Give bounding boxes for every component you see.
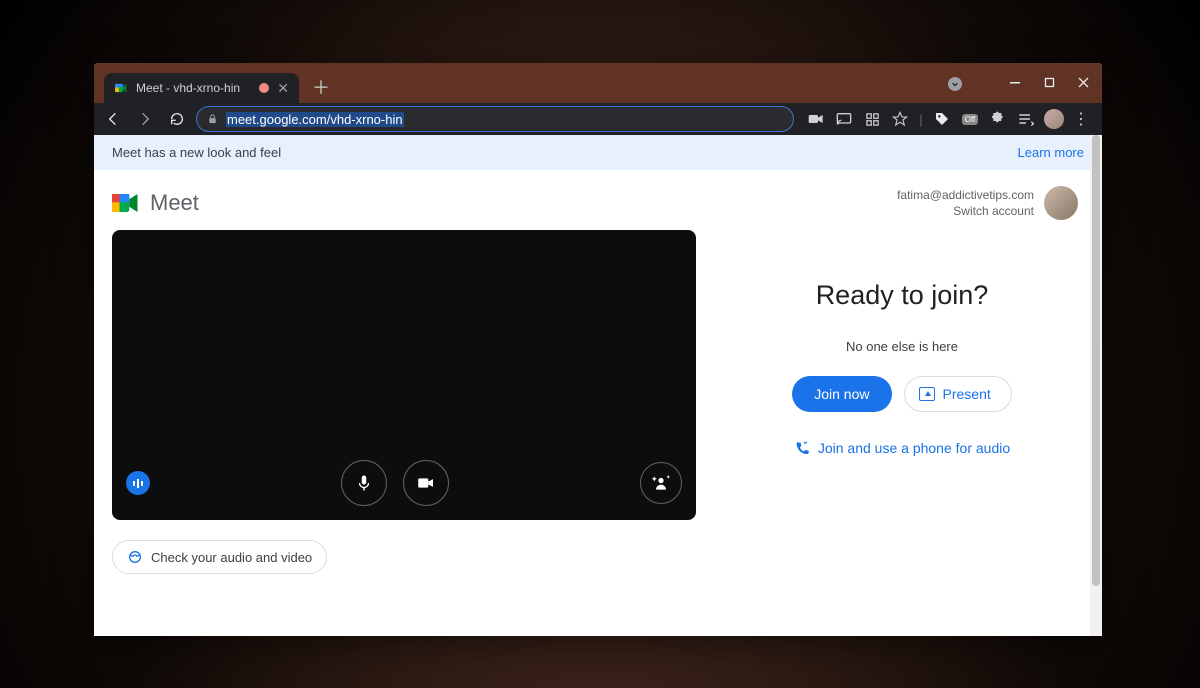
tag-extension-icon[interactable] xyxy=(932,109,952,129)
video-preview xyxy=(112,230,696,520)
settings-sliders-icon xyxy=(127,549,143,565)
ready-heading: Ready to join? xyxy=(816,280,989,311)
phone-icon xyxy=(794,440,810,456)
adblock-extension-icon[interactable]: Off xyxy=(960,109,980,129)
tab-search-button[interactable] xyxy=(948,77,962,91)
info-banner: Meet has a new look and feel Learn more xyxy=(94,135,1102,170)
cast-icon[interactable] xyxy=(834,109,854,129)
join-column: Ready to join? No one else is here Join … xyxy=(720,230,1084,574)
audio-level-indicator-icon xyxy=(126,471,150,495)
main-area: Check your audio and video Ready to join… xyxy=(94,230,1102,574)
maximize-button[interactable] xyxy=(1034,69,1064,95)
meet-favicon xyxy=(114,81,128,95)
join-now-button[interactable]: Join now xyxy=(792,376,891,412)
camera-icon[interactable] xyxy=(806,109,826,129)
reload-button[interactable] xyxy=(164,106,190,132)
browser-toolbar: meet.google.com/vhd-xrno-hin | Off ⋮ xyxy=(94,103,1102,135)
join-phone-audio-label: Join and use a phone for audio xyxy=(818,440,1010,456)
back-button[interactable] xyxy=(100,106,126,132)
present-button[interactable]: Present xyxy=(904,376,1012,412)
check-audio-video-button[interactable]: Check your audio and video xyxy=(112,540,327,574)
window-controls xyxy=(1000,69,1098,95)
url-text: meet.google.com/vhd-xrno-hin xyxy=(226,112,404,127)
page-content: Meet has a new look and feel Learn more … xyxy=(94,135,1102,636)
reading-list-icon[interactable] xyxy=(1016,109,1036,129)
join-phone-audio-link[interactable]: Join and use a phone for audio xyxy=(794,440,1010,456)
account-avatar-icon[interactable] xyxy=(1044,186,1078,220)
account-block: fatima@addictivetips.com Switch account xyxy=(897,186,1078,220)
present-icon xyxy=(919,387,935,401)
browser-tab[interactable]: Meet - vhd-xrno-hin ✕ xyxy=(104,73,299,103)
recording-indicator-icon xyxy=(259,83,269,93)
avatar-icon xyxy=(1044,109,1064,129)
toolbar-separator: | xyxy=(918,109,924,129)
address-bar[interactable]: meet.google.com/vhd-xrno-hin xyxy=(196,106,794,132)
close-window-button[interactable] xyxy=(1068,69,1098,95)
lock-icon xyxy=(207,113,218,125)
mic-toggle-button[interactable] xyxy=(341,460,387,506)
grid-extension-icon[interactable] xyxy=(862,109,882,129)
visual-effects-button[interactable] xyxy=(640,462,682,504)
participants-subtext: No one else is here xyxy=(846,339,958,354)
tab-close-button[interactable]: ✕ xyxy=(277,80,289,97)
page-scrollbar[interactable] xyxy=(1090,135,1102,636)
extension-tray: | Off ⋮ xyxy=(800,109,1096,129)
page-header: Meet fatima@addictivetips.com Switch acc… xyxy=(94,170,1102,230)
present-label: Present xyxy=(943,386,991,402)
switch-account-link[interactable]: Switch account xyxy=(897,203,1034,219)
forward-button[interactable] xyxy=(132,106,158,132)
preview-column: Check your audio and video xyxy=(112,230,696,574)
meet-logo-icon xyxy=(112,191,142,215)
browser-menu-button[interactable]: ⋮ xyxy=(1072,109,1090,129)
profile-avatar-button[interactable] xyxy=(1044,109,1064,129)
product-name: Meet xyxy=(150,190,199,216)
extensions-puzzle-icon[interactable] xyxy=(988,109,1008,129)
banner-message: Meet has a new look and feel xyxy=(112,145,281,160)
minimize-button[interactable] xyxy=(1000,69,1030,95)
browser-window: Meet - vhd-xrno-hin ✕ ＋ meet.google.com/… xyxy=(94,63,1102,636)
banner-learn-more-link[interactable]: Learn more xyxy=(1018,145,1084,160)
bookmark-star-icon[interactable] xyxy=(890,109,910,129)
camera-toggle-button[interactable] xyxy=(403,460,449,506)
tab-title: Meet - vhd-xrno-hin xyxy=(136,81,251,95)
account-email: fatima@addictivetips.com xyxy=(897,187,1034,203)
new-tab-button[interactable]: ＋ xyxy=(307,73,335,101)
check-av-label: Check your audio and video xyxy=(151,550,312,565)
browser-titlebar: Meet - vhd-xrno-hin ✕ ＋ xyxy=(94,63,1102,103)
product-logo-block: Meet xyxy=(112,190,199,216)
